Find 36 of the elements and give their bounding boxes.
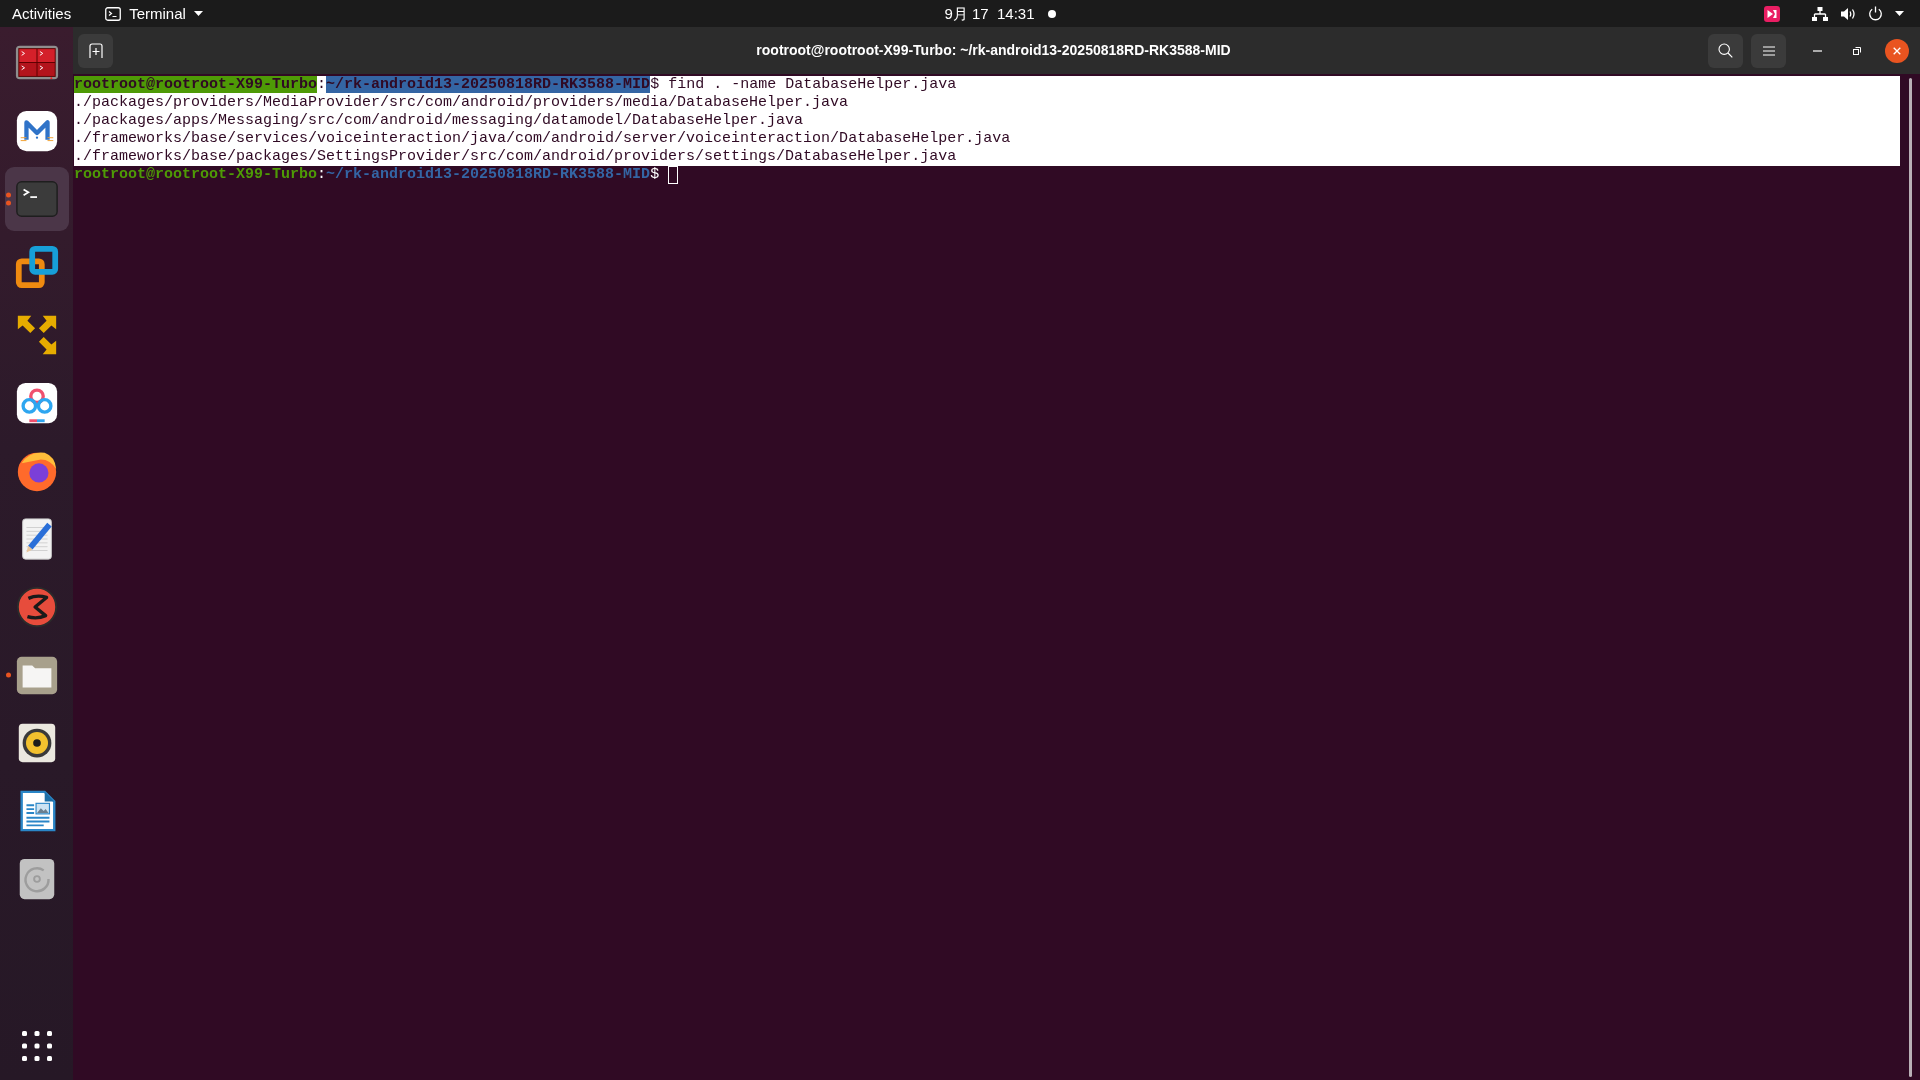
- minimize-icon: [1812, 49, 1822, 52]
- prompt-user-host: rootroot@rootroot-X99-Turbo: [74, 166, 318, 183]
- status-dot-icon: [1047, 9, 1056, 18]
- activities-button[interactable]: Activities: [12, 3, 72, 24]
- maximize-icon: [1853, 46, 1861, 55]
- caret-icon[interactable]: [1895, 11, 1904, 16]
- terminal-text: :: [317, 166, 327, 183]
- power-icon[interactable]: [1868, 6, 1883, 21]
- prompt-user-host: rootroot@rootroot-X99-Turbo: [74, 76, 318, 93]
- terminal-text: $ find . -name DatabaseHelper.java: [650, 76, 957, 93]
- new-tab-icon: [87, 42, 104, 59]
- menu-icon: [1762, 45, 1775, 56]
- clock-label[interactable]: 9月 17 14:31: [944, 3, 1035, 24]
- terminal-text: ./frameworks/base/services/voiceinteraction/java/com/android/server/voiceinteraction/DatabaseHelper.java: [74, 130, 1011, 147]
- search-icon: [1718, 43, 1733, 58]
- terminal-text: $: [650, 166, 660, 183]
- close-button[interactable]: [1885, 38, 1909, 63]
- close-icon: [1893, 46, 1901, 55]
- app-menu-button[interactable]: Terminal: [105, 3, 203, 24]
- prompt-path: ~/rk-android13-20250818RD-RK3588-MID: [326, 76, 651, 93]
- app-grid-icon: [21, 1031, 52, 1061]
- overlapping-squares-icon: [13, 244, 60, 290]
- terminal-text: ./packages/apps/Messaging/src/com/android/messaging/datamodel/DatabaseHelper.java: [74, 112, 804, 129]
- menu-button[interactable]: [1751, 33, 1786, 68]
- terminal-icon: [105, 6, 122, 21]
- window-title: rootroot@rootroot-X99-Turbo: ~/rk-android13-20250818RD-RK3588-MID: [756, 41, 1231, 60]
- network-icon[interactable]: [1812, 6, 1828, 21]
- scrollbar[interactable]: [1908, 78, 1912, 1077]
- terminal-text: ./frameworks/base/packages/SettingsProvider/src/com/android/providers/settings/DatabaseHelper.java: [74, 148, 957, 165]
- volume-icon[interactable]: [1840, 6, 1856, 21]
- caret-icon: [193, 11, 203, 16]
- new-tab-button[interactable]: [78, 33, 113, 68]
- bow-tile-icon[interactable]: [1764, 5, 1780, 22]
- terminal-text: ./packages/providers/MediaProvider/src/com/android/providers/media/DatabaseHelper.java: [74, 94, 849, 111]
- prompt-path: ~/rk-android13-20250818RD-RK3588-MID: [326, 166, 651, 183]
- search-button[interactable]: [1708, 33, 1743, 68]
